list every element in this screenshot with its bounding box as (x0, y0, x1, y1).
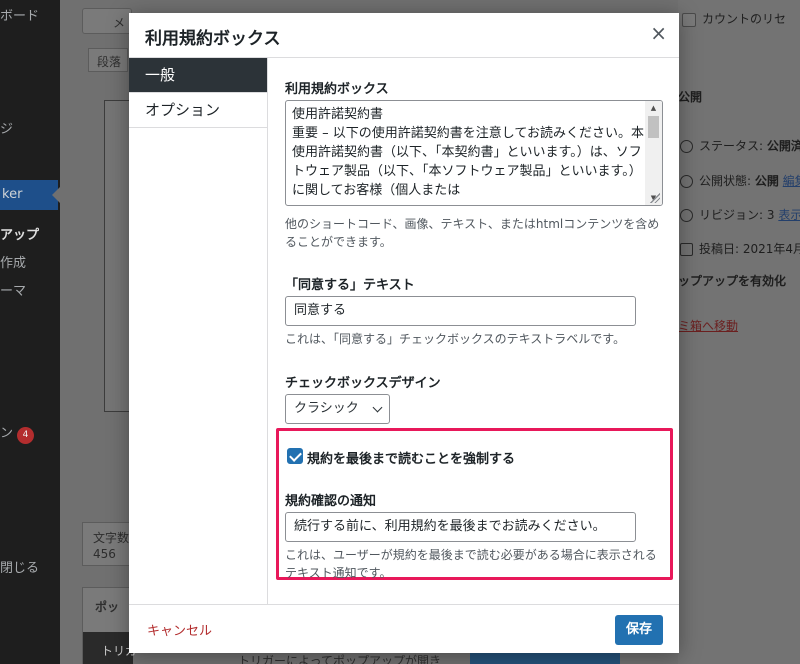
agree-text-description: これは、「同意する」チェックボックスのテキストラベルです。 (285, 332, 626, 346)
tab-options[interactable]: オプション (129, 93, 267, 128)
visibility-edit-link[interactable]: 編集 (783, 174, 800, 188)
terms-textarea[interactable]: 使用許諾契約書 重要 – 以下の使用許諾契約書を注意してお読みください。本使用許… (285, 100, 663, 206)
resize-handle-icon[interactable] (650, 193, 660, 203)
sidebar-item-dashboard[interactable]: ボード (0, 5, 39, 24)
format-label: 段落 (97, 55, 122, 69)
status-label: ステータス: (699, 139, 764, 153)
scroll-up-icon[interactable]: ▲ (645, 101, 662, 115)
admin-sidebar: ボード ジ ker アップ 作成 ーマ ン4 閉じる (0, 0, 60, 664)
sidebar-item-plugins[interactable]: ン4 (0, 422, 35, 444)
checkbox-design-label: チェックボックスデザイン (285, 376, 441, 391)
visibility-label: 公開状態: (699, 174, 752, 188)
notice-input[interactable]: 続行する前に、利用規約を最後までお読みください。 (285, 512, 636, 542)
published-date: 投稿日: 2021年4月 (699, 242, 800, 256)
force-read-label[interactable]: 規約を最後まで読むことを強制する (307, 448, 515, 467)
sidebar-item-create[interactable]: 作成 (0, 252, 26, 271)
count-reset-checkbox[interactable] (682, 12, 696, 27)
checkbox-design-select[interactable]: クラシック (285, 394, 390, 424)
modal-tabs: 一般 オプション (129, 58, 268, 604)
sidebar-item-label: ボード (0, 9, 40, 24)
calendar-icon (680, 243, 693, 256)
sidebar-item-plugin[interactable]: ジ (0, 118, 13, 137)
visibility-icon (680, 175, 693, 188)
publish-title: 公開 (678, 90, 703, 104)
sidebar-item-popups[interactable]: アップ (0, 224, 39, 243)
word-count: 文字数 456 (82, 522, 132, 566)
popup-settings-title: ポッ (95, 600, 120, 614)
terms-scrollbar[interactable]: ▲ ▼ (645, 101, 662, 205)
sidebar-collapse[interactable]: 閉じる (0, 557, 39, 576)
trigger-tab[interactable]: トリガ (83, 632, 137, 664)
count-reset-option[interactable]: カウントのリセ (682, 10, 786, 27)
add-media-label: メ (113, 16, 126, 30)
force-read-checkbox[interactable] (287, 448, 303, 464)
right-panel: カウントのリセ 公開 ステータス: 公開済 公開状態: 公開 編集 リビジョン:… (678, 0, 800, 664)
format-select[interactable]: 段落 (88, 48, 128, 72)
sidebar-item-label: ン (0, 426, 14, 441)
notice-description: これは、ユーザーが規約を最後まで読む必要がある場合に表示されるテキスト通知です。 (285, 548, 657, 580)
sidebar-item-label: アップ (0, 228, 40, 243)
sidebar-item-label: 閉じる (0, 561, 40, 576)
move-to-trash-link[interactable]: ミ箱へ移動 (678, 317, 738, 334)
word-count-value: 456 (93, 547, 116, 561)
sidebar-item-label: 作成 (0, 256, 27, 271)
modal-body: 利用規約ボックス 使用許諾契約書 重要 – 以下の使用許諾契約書を注意してお読み… (269, 58, 679, 604)
modal-footer: キャンセル 保存 (129, 604, 679, 653)
update-count-badge: 4 (17, 427, 35, 444)
cancel-button[interactable]: キャンセル (147, 620, 212, 639)
sidebar-item-label: ker (2, 187, 23, 202)
add-media-button[interactable]: メ (82, 8, 132, 34)
terms-box-label: 利用規約ボックス (285, 82, 389, 97)
close-icon[interactable]: × (650, 21, 667, 45)
word-count-label: 文字数 (93, 531, 130, 545)
chevron-down-icon (372, 402, 383, 413)
agree-text-label: 「同意する」テキスト (285, 278, 415, 293)
terms-box-modal: 利用規約ボックス × 一般 オプション 利用規約ボックス 使用許諾契約書 重要 … (129, 13, 679, 653)
sidebar-item-label: ジ (0, 122, 14, 137)
sidebar-item-label: ーマ (0, 284, 27, 299)
add-trigger-button[interactable] (470, 652, 620, 664)
sidebar-item-popup-maker[interactable]: ker (0, 180, 58, 210)
agree-text-input[interactable]: 同意する (285, 296, 636, 326)
trigger-hint: トリガーによってポップアップが開き (238, 654, 442, 664)
scroll-thumb[interactable] (648, 116, 659, 138)
save-button[interactable]: 保存 (615, 615, 663, 645)
modal-title: 利用規約ボックス (145, 29, 281, 49)
status-value: 公開済 (766, 139, 800, 153)
enable-popup-label: ップアップを有効化 (678, 274, 787, 288)
status-icon (680, 140, 693, 153)
count-reset-label: カウントのリセ (702, 12, 787, 26)
revisions-icon (680, 209, 693, 222)
checkbox-design-value: クラシック (294, 401, 359, 416)
popup-settings-box: ポッ トリガ (82, 587, 137, 664)
active-indicator (52, 187, 60, 203)
visibility-value: 公開 (754, 174, 779, 188)
modal-header: 利用規約ボックス × (129, 13, 679, 58)
revisions-label: リビジョン: 3 (699, 208, 775, 222)
revisions-view-link[interactable]: 表示 (778, 208, 800, 222)
terms-description: 他のショートコード、画像、テキスト、またはhtmlコンテンツを含めることができま… (285, 217, 660, 249)
terms-content: 使用許諾契約書 重要 – 以下の使用許諾契約書を注意してお読みください。本使用許… (292, 107, 644, 198)
tab-general[interactable]: 一般 (129, 58, 267, 93)
sidebar-item-themes[interactable]: ーマ (0, 280, 26, 299)
notice-label: 規約確認の通知 (285, 494, 377, 509)
